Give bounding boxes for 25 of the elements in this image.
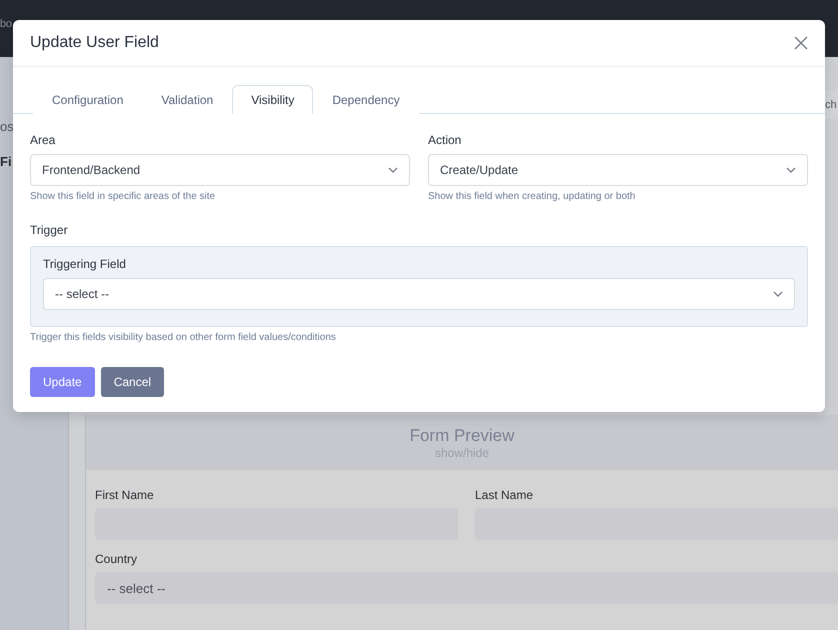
chevron-down-icon (773, 291, 783, 297)
field-label: First Name (95, 488, 155, 502)
field-label: Country (95, 552, 138, 566)
chevron-down-icon (388, 167, 398, 173)
select-field[interactable]: -- select -- (95, 572, 838, 604)
select-field[interactable]: Create/Update (428, 154, 808, 186)
cancel-button[interactable]: Cancel (100, 367, 164, 397)
field-label: Action (428, 133, 462, 147)
help-text: Show this field when creating, updating or both (428, 191, 636, 202)
field-label: Area (30, 133, 56, 147)
select-field[interactable]: Frontend/Backend (30, 154, 410, 186)
close-button[interactable] (793, 35, 809, 51)
chevron-down-icon (786, 167, 796, 173)
help-text: Show this field in specific areas of the site (30, 191, 216, 202)
top-bar-text: bo (0, 18, 12, 30)
select-field[interactable]: -- select -- (43, 278, 795, 310)
preview-title: Form Preview (410, 426, 514, 446)
dialog-title: Update User Field (30, 34, 159, 52)
search-field[interactable]: ch (825, 91, 838, 119)
submit-button[interactable]: Update (30, 367, 95, 397)
section-heading: Trigger (30, 223, 69, 237)
field-label: Triggering Field (43, 257, 127, 271)
field-label: Last Name (475, 488, 534, 502)
tab[interactable]: Visibility (232, 85, 314, 114)
help-text: Trigger this fields visibility based on other form field values/conditions (30, 332, 337, 343)
